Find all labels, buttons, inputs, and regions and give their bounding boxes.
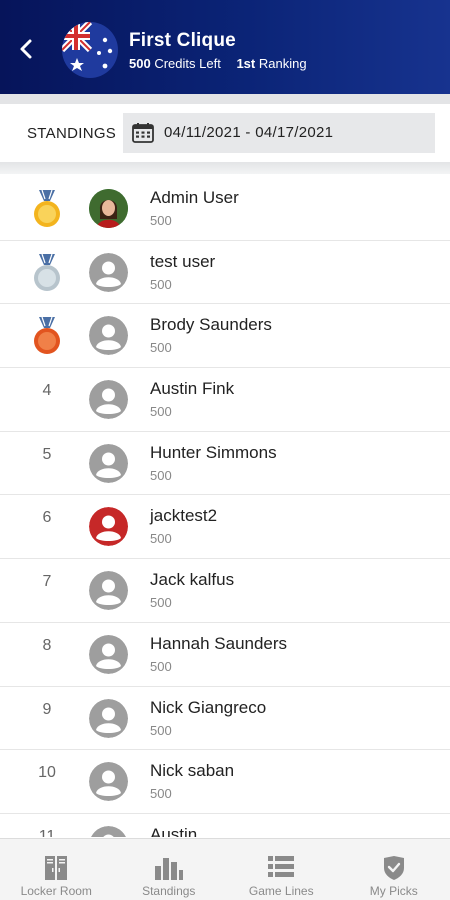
standings-row[interactable]: Admin User 500 <box>0 177 450 241</box>
australia-flag-icon <box>62 22 118 78</box>
chevron-left-icon <box>20 39 32 59</box>
tab-game-lines[interactable]: Game Lines <box>225 839 338 900</box>
user-name: Hunter Simmons <box>150 442 277 462</box>
avatar <box>89 634 128 674</box>
user-credits: 500 <box>150 467 172 483</box>
standings-list[interactable]: Admin User 500 test user 500 Brody Saunders 5… <box>0 177 450 837</box>
calendar-icon <box>132 123 154 143</box>
shield-check-icon <box>383 856 404 880</box>
gold-medal-icon <box>32 189 62 228</box>
user-credits: 500 <box>150 658 172 674</box>
user-name: test user <box>150 251 216 271</box>
user-name: Austin Fink <box>150 379 235 399</box>
avatar <box>89 762 128 802</box>
rank-number: 8 <box>42 636 52 654</box>
bar-chart-icon <box>154 858 183 880</box>
avatar <box>89 507 128 547</box>
silver-medal-icon <box>32 253 62 292</box>
user-credits: 500 <box>150 722 172 738</box>
tab-label: Standings <box>142 884 196 898</box>
ranking-suffix: Ranking <box>258 56 307 71</box>
avatar <box>89 252 128 292</box>
tab-my-picks[interactable]: My Picks <box>338 839 450 900</box>
user-credits: 500 <box>150 340 172 356</box>
header-subtitle: 500 Credits Left 1st Ranking <box>129 56 307 71</box>
standings-row[interactable]: 5 Hunter Simmons 500 <box>0 432 450 496</box>
divider <box>0 94 450 104</box>
user-name: Austin <box>150 824 198 837</box>
standings-row[interactable]: 11Austin500 <box>0 814 450 837</box>
standings-row[interactable]: 10 Nick saban 500 <box>0 750 450 814</box>
locker-icon <box>45 856 68 880</box>
avatar <box>89 189 128 228</box>
user-credits: 500 <box>150 404 172 420</box>
user-name: Brody Saunders <box>150 315 272 335</box>
rank-number: 7 <box>42 573 52 591</box>
standings-row[interactable]: 7 Jack kalfus 500 <box>0 559 450 623</box>
avatar <box>89 316 128 356</box>
avatar <box>89 571 128 611</box>
user-name: Nick saban <box>150 761 235 781</box>
bottom-tab-bar: Locker Room Standings Game Lines My Pick… <box>0 838 450 900</box>
rank-number: 6 <box>42 509 52 527</box>
rank-number: 11 <box>38 827 56 837</box>
rank-number: 10 <box>38 764 56 782</box>
user-name: Jack kalfus <box>150 570 235 590</box>
credits-value: 500 <box>129 56 151 71</box>
user-name: Admin User <box>150 188 239 207</box>
date-range-picker[interactable]: 04/11/2021 - 04/17/2021 <box>123 113 435 153</box>
credits-suffix: Credits Left <box>154 56 221 71</box>
tab-standings[interactable]: Standings <box>113 839 226 900</box>
page-title: First Clique <box>129 30 236 51</box>
app-header: First Clique 500 Credits Left 1st Rankin… <box>0 0 450 94</box>
tab-label: My Picks <box>369 884 418 898</box>
tab-locker-room[interactable]: Locker Room <box>0 839 113 900</box>
standings-label: STANDINGS <box>27 125 117 142</box>
avatar <box>89 380 128 420</box>
list-icon <box>268 856 295 877</box>
rank-number: 5 <box>42 445 52 463</box>
bronze-medal-icon <box>32 317 62 355</box>
avatar <box>89 698 128 738</box>
tab-label: Game Lines <box>248 884 314 898</box>
user-credits: 500 <box>150 276 172 292</box>
date-range-text: 04/11/2021 - 04/17/2021 <box>164 124 334 141</box>
rank-number: 4 <box>42 382 52 400</box>
user-name: jacktest2 <box>150 506 218 526</box>
standings-row[interactable]: 8 Hannah Saunders 500 <box>0 623 450 687</box>
back-button[interactable] <box>14 34 38 64</box>
user-credits: 500 <box>150 531 172 547</box>
user-credits: 500 <box>150 595 172 611</box>
user-credits: 500 <box>150 786 172 802</box>
ranking-value: 1st <box>236 56 256 71</box>
divider <box>0 162 450 174</box>
user-credits: 500 <box>150 213 172 228</box>
standings-bar: STANDINGS 04/11/2021 - 04/17/2021 <box>0 104 450 162</box>
rank-number: 9 <box>42 700 52 718</box>
avatar <box>89 825 128 837</box>
user-name: Hannah Saunders <box>150 633 288 653</box>
standings-row[interactable]: test user 500 <box>0 241 450 305</box>
tab-label: Locker Room <box>20 884 92 898</box>
avatar <box>89 443 128 483</box>
standings-row[interactable]: 9 Nick Giangreco 500 <box>0 687 450 751</box>
standings-row[interactable]: 6 jacktest2 500 <box>0 495 450 560</box>
standings-row[interactable]: Brody Saunders 500 <box>0 304 450 369</box>
standings-row[interactable]: 4 Austin Fink 500 <box>0 368 450 432</box>
user-name: Nick Giangreco <box>150 697 267 717</box>
